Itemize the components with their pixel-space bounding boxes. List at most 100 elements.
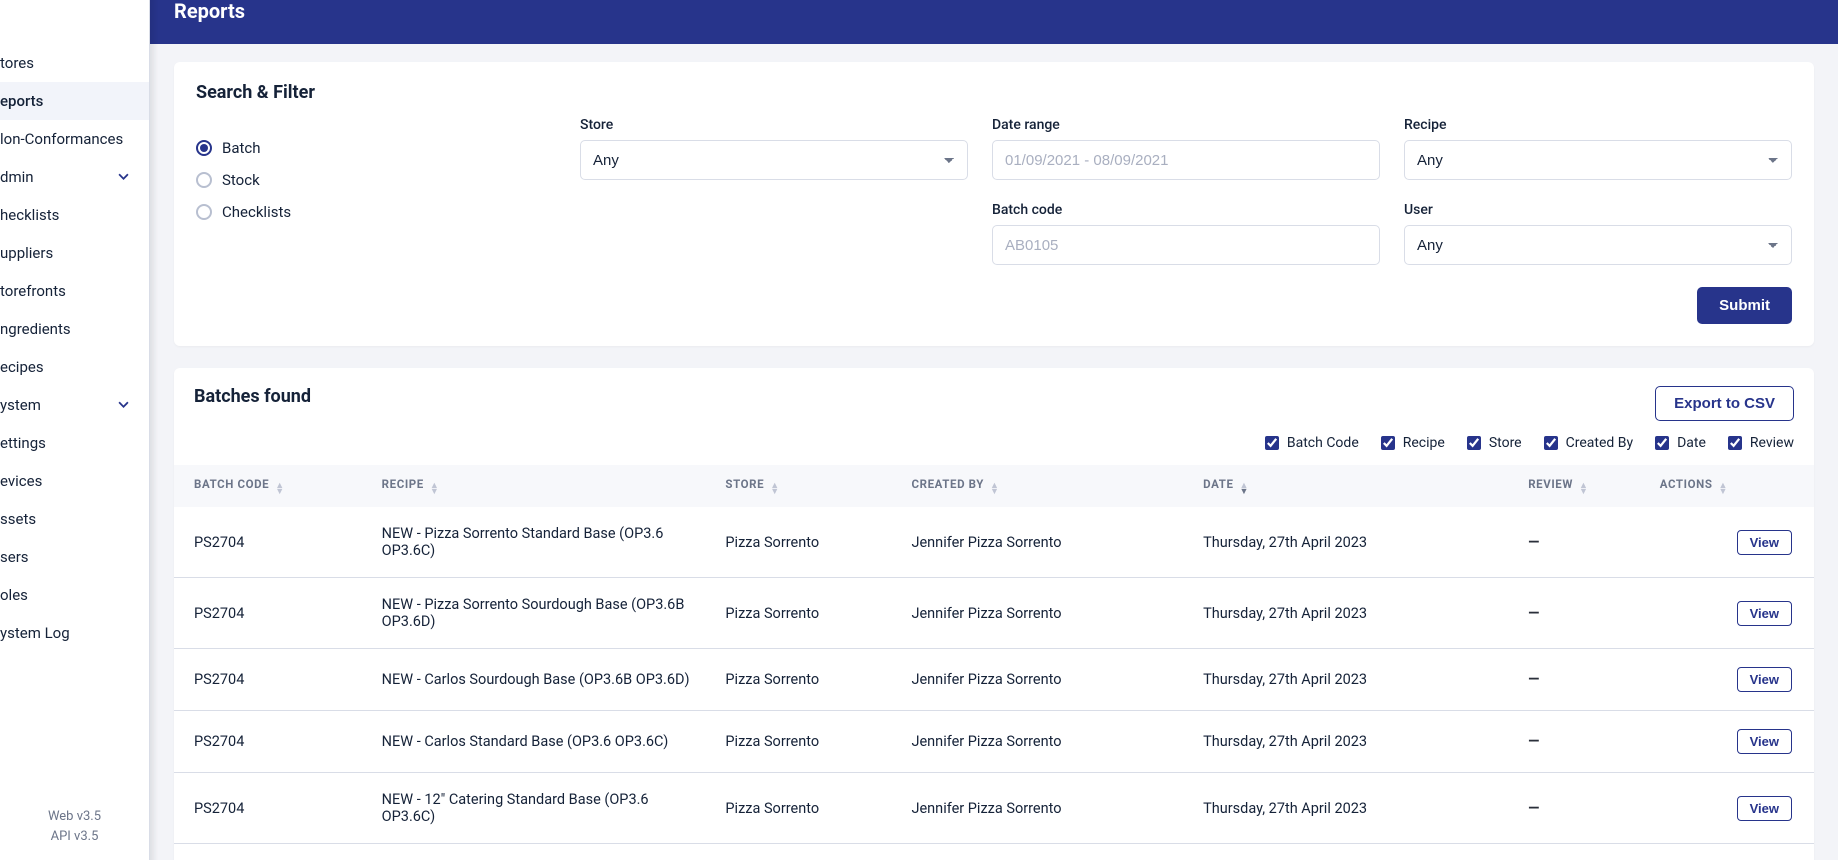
sidebar-item-12[interactable]: ssets: [0, 500, 149, 538]
checkbox[interactable]: [1381, 436, 1395, 450]
export-csv-button[interactable]: Export to CSV: [1655, 386, 1794, 421]
sidebar-item-label: tores: [0, 54, 34, 72]
cell-store: Pizza Sorrento: [715, 578, 901, 649]
sidebar-item-0[interactable]: tores: [0, 44, 149, 82]
batch-code-input[interactable]: [992, 225, 1380, 265]
sidebar-item-14[interactable]: oles: [0, 576, 149, 614]
th-created_by[interactable]: CREATED BY ▲▼: [901, 465, 1193, 507]
radio-label: Stock: [222, 171, 260, 189]
review-dash-icon: —: [1528, 605, 1539, 622]
cell-review: [1518, 844, 1650, 860]
checkbox[interactable]: [1467, 436, 1481, 450]
cell-store: Pizza Sorrento: [715, 773, 901, 844]
radio-checklists[interactable]: Checklists: [196, 203, 556, 221]
sidebar-item-label: ssets: [0, 510, 36, 528]
th-batch_code[interactable]: BATCH CODE ▲▼: [174, 465, 372, 507]
column-toggle-store[interactable]: Store: [1463, 433, 1522, 453]
date-range-label: Date range: [992, 117, 1380, 133]
recipe-field: Recipe Any: [1404, 117, 1792, 180]
sidebar-item-label: ystem Log: [0, 624, 70, 642]
submit-button[interactable]: Submit: [1697, 287, 1792, 324]
filter-fields: Store Any Date range Recipe: [580, 117, 1792, 324]
cell-actions: View: [1650, 578, 1814, 649]
cell-store: Pizza Sorrento: [715, 649, 901, 711]
cell-date: Wednesday, 26th April 2023: [1193, 844, 1518, 860]
cell-created_by: Leonardo Pizza Sorrento: [901, 844, 1193, 860]
th-label: ACTIONS: [1660, 477, 1713, 491]
view-button[interactable]: View: [1737, 796, 1792, 821]
results-panel: Batches found Export to CSV Batch CodeRe…: [174, 368, 1814, 860]
recipe-select[interactable]: Any: [1404, 140, 1792, 180]
report-type-radios: Batch Stock Checklists: [196, 117, 556, 324]
cell-review: —: [1518, 507, 1650, 578]
checkbox[interactable]: [1655, 436, 1669, 450]
view-button[interactable]: View: [1737, 667, 1792, 692]
checkbox[interactable]: [1728, 436, 1742, 450]
th-date[interactable]: DATE▲▼: [1193, 465, 1518, 507]
toggle-label: Recipe: [1403, 435, 1445, 451]
checkbox[interactable]: [1265, 436, 1279, 450]
column-toggle-date[interactable]: Date: [1651, 433, 1706, 453]
cell-created_by: Jennifer Pizza Sorrento: [901, 711, 1193, 773]
date-range-field: Date range: [992, 117, 1380, 180]
cell-recipe: NEW - Pizza Sorrento Sourdough Base (OP3…: [372, 578, 716, 649]
cell-actions: View: [1650, 649, 1814, 711]
sidebar-item-label: oles: [0, 586, 28, 604]
sidebar-item-8[interactable]: ecipes: [0, 348, 149, 386]
sidebar-item-6[interactable]: torefronts: [0, 272, 149, 310]
user-select[interactable]: Any: [1404, 225, 1792, 265]
th-actions[interactable]: ACTIONS▲▼: [1650, 465, 1814, 507]
toggle-label: Store: [1489, 435, 1522, 451]
checkbox[interactable]: [1544, 436, 1558, 450]
column-toggle-batch-code[interactable]: Batch Code: [1261, 433, 1359, 453]
sidebar-item-7[interactable]: ngredients: [0, 310, 149, 348]
cell-review: —: [1518, 578, 1650, 649]
sidebar-item-3[interactable]: dmin: [0, 158, 149, 196]
sidebar-item-1[interactable]: eports: [0, 82, 149, 120]
sidebar-item-label: ecipes: [0, 358, 44, 376]
content: Search & Filter BatchStockChecklists Sto…: [150, 44, 1838, 860]
th-review[interactable]: REVIEW▲▼: [1518, 465, 1650, 507]
th-store[interactable]: STORE▲▼: [715, 465, 901, 507]
view-button[interactable]: View: [1737, 601, 1792, 626]
column-toggle-created-by[interactable]: Created By: [1540, 433, 1633, 453]
sidebar-item-5[interactable]: uppliers: [0, 234, 149, 272]
review-dash-icon: —: [1528, 671, 1539, 688]
th-recipe[interactable]: RECIPE▲▼: [372, 465, 716, 507]
sidebar-item-label: dmin: [0, 168, 34, 186]
cell-date: Thursday, 27th April 2023: [1193, 773, 1518, 844]
user-field: User Any: [1404, 202, 1792, 265]
radio-batch[interactable]: Batch: [196, 139, 556, 157]
th-label: BATCH CODE: [194, 477, 269, 491]
column-toggle-recipe[interactable]: Recipe: [1377, 433, 1445, 453]
cell-recipe: NEW - Carlos Sourdough Base (OP3.6B OP3.…: [372, 649, 716, 711]
radio-label: Checklists: [222, 203, 291, 221]
sort-icon: ▲▼: [275, 483, 285, 495]
cell-store: Pizza Sorrento: [715, 507, 901, 578]
sidebar-item-10[interactable]: ettings: [0, 424, 149, 462]
column-toggle-review[interactable]: Review: [1724, 433, 1794, 453]
chevron-down-icon: [118, 396, 129, 414]
sidebar-item-15[interactable]: ystem Log: [0, 614, 149, 652]
radio-stock[interactable]: Stock: [196, 171, 556, 189]
date-range-input[interactable]: [992, 140, 1380, 180]
view-button[interactable]: View: [1737, 729, 1792, 754]
sidebar-item-label: ngredients: [0, 320, 71, 338]
cell-actions: View: [1650, 773, 1814, 844]
sidebar-item-4[interactable]: hecklists: [0, 196, 149, 234]
sidebar-item-11[interactable]: evices: [0, 462, 149, 500]
cell-date: Thursday, 27th April 2023: [1193, 578, 1518, 649]
sort-icon: ▲▼: [1240, 483, 1250, 495]
cell-date: Thursday, 27th April 2023: [1193, 649, 1518, 711]
view-button[interactable]: View: [1737, 530, 1792, 555]
th-label: REVIEW: [1528, 477, 1573, 491]
sidebar-item-9[interactable]: ystem: [0, 386, 149, 424]
user-label: User: [1404, 202, 1792, 218]
sidebar-item-13[interactable]: sers: [0, 538, 149, 576]
sort-icon: ▲▼: [990, 483, 1000, 495]
sidebar-item-2[interactable]: lon-Conformances: [0, 120, 149, 158]
table-row: PS2704NEW - Pizza Sorrento Standard Base…: [174, 507, 1814, 578]
sidebar-item-label: lon-Conformances: [0, 130, 123, 148]
store-select[interactable]: Any: [580, 140, 968, 180]
th-label: CREATED BY: [911, 477, 983, 491]
